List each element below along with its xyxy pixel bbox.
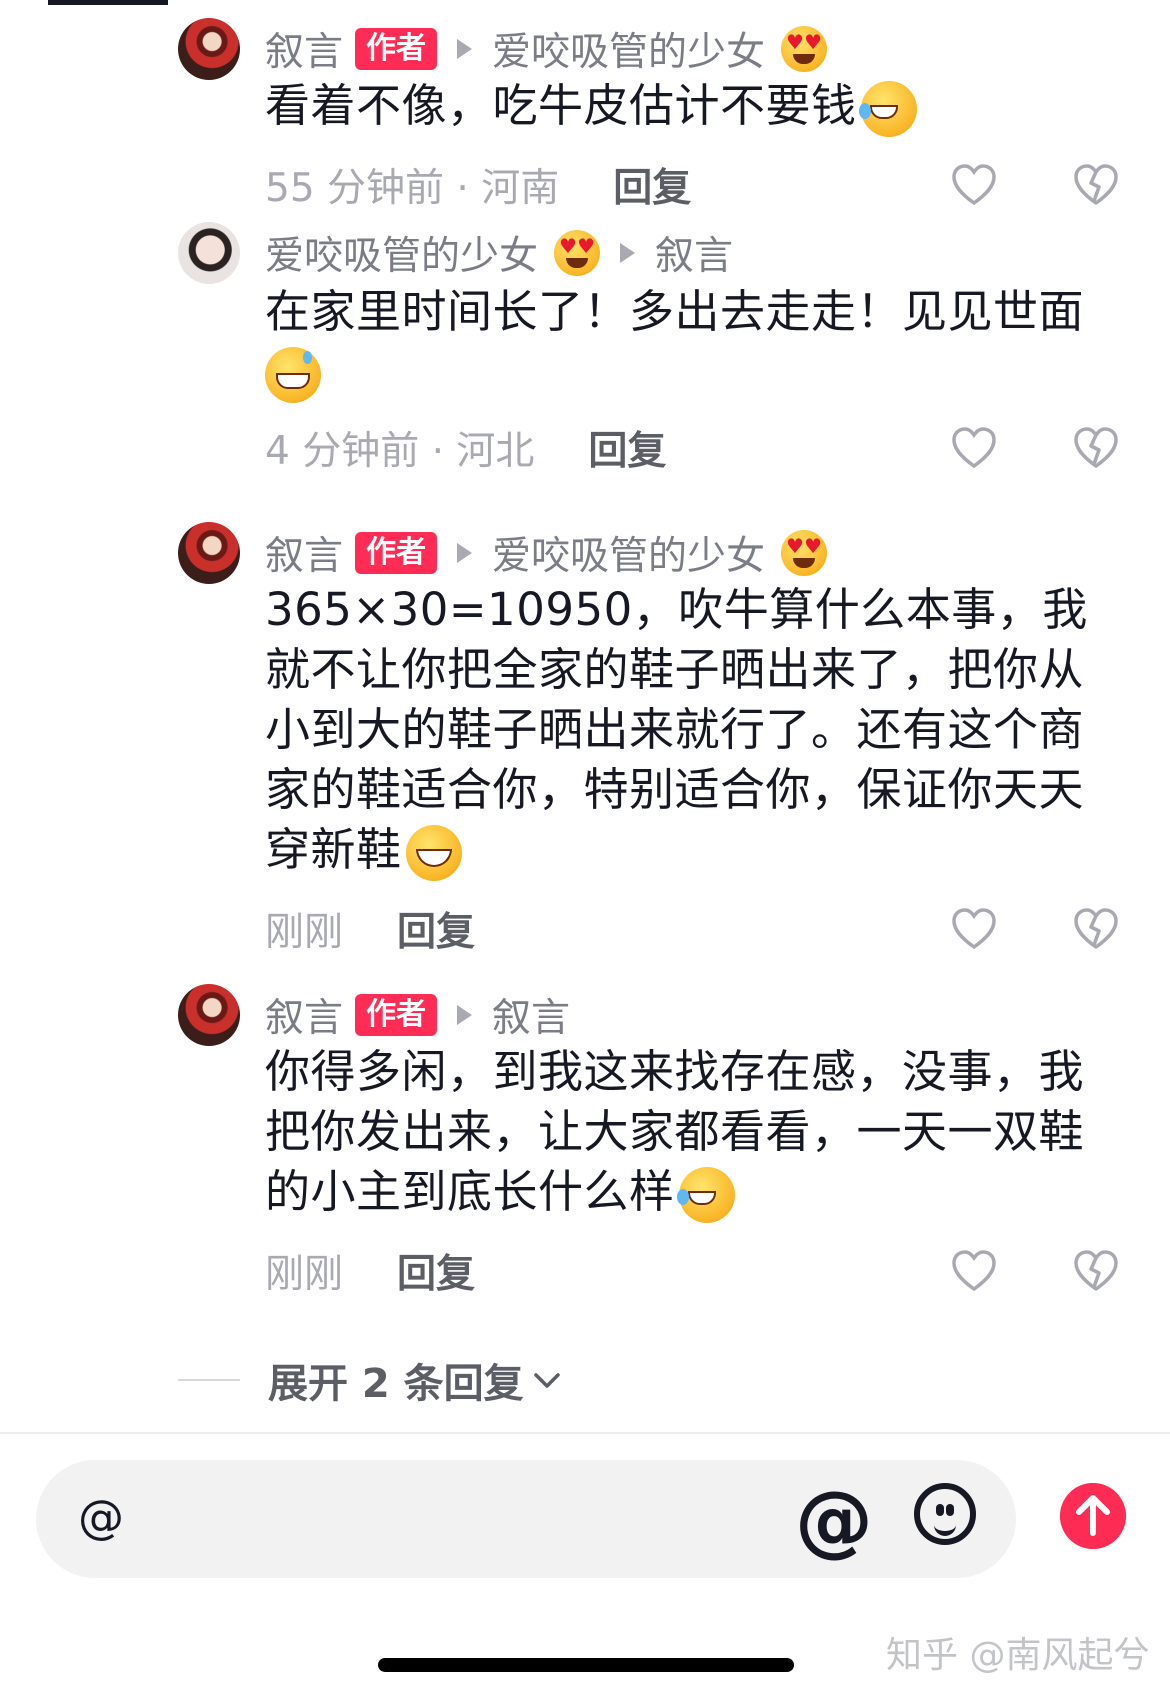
comment-header: 叙言 作者 爱咬吸管的少女 xyxy=(265,522,828,584)
grinning-sweat-emoji xyxy=(265,347,321,403)
comment-text: 365×30=10950，吹牛算什么本事，我就不让你把全家的鞋子晒出来了，把你从… xyxy=(265,580,1095,881)
reply-to-name[interactable]: 爱咬吸管的少女 xyxy=(492,525,765,581)
comment-meta: 刚刚 回复 xyxy=(265,899,475,959)
heart-outline-icon[interactable] xyxy=(950,161,998,209)
author-name[interactable]: 叙言 xyxy=(265,987,343,1043)
heart-eyes-emoji xyxy=(554,230,601,276)
comment-meta: 4 分钟前 · 河北 回复 xyxy=(265,418,666,478)
heart-outline-icon[interactable] xyxy=(950,1247,998,1295)
reply-to-name[interactable]: 叙言 xyxy=(655,225,733,281)
author-name[interactable]: 爱咬吸管的少女 xyxy=(265,225,538,281)
broken-heart-icon[interactable] xyxy=(1072,1247,1120,1295)
author-badge: 作者 xyxy=(355,994,438,1036)
reply-button[interactable]: 回复 xyxy=(397,1243,475,1299)
reply-arrow-icon xyxy=(457,543,473,563)
broken-heart-icon[interactable] xyxy=(1072,424,1120,472)
broken-heart-icon[interactable] xyxy=(1072,161,1120,209)
comment-header: 爱咬吸管的少女 叙言 xyxy=(265,222,733,284)
reply-arrow-icon xyxy=(457,39,473,59)
time-location: 刚刚 xyxy=(265,1252,344,1297)
reply-arrow-icon xyxy=(620,243,636,263)
avatar[interactable] xyxy=(178,522,240,584)
comment-header: 叙言 作者 叙言 xyxy=(265,984,570,1046)
at-icon[interactable]: @ xyxy=(795,1482,873,1560)
rolling-laughing-emoji xyxy=(676,1167,735,1223)
comment-meta: 刚刚 回复 xyxy=(265,1241,475,1301)
comment-text: 看着不像，吃牛皮估计不要钱 xyxy=(265,76,1095,137)
time-location: 刚刚 xyxy=(265,910,344,955)
time-location: 55 分钟前 · 河南 xyxy=(265,166,560,211)
watermark: 知乎 @南风起兮 xyxy=(886,1635,1150,1676)
time-location: 4 分钟前 · 河北 xyxy=(265,429,535,474)
expand-divider-line xyxy=(178,1379,240,1381)
top-indicator xyxy=(48,0,168,5)
reply-to-name[interactable]: 叙言 xyxy=(492,987,570,1043)
heart-eyes-emoji xyxy=(781,530,828,576)
comment-meta: 55 分钟前 · 河南 回复 xyxy=(265,155,691,215)
author-name[interactable]: 叙言 xyxy=(265,525,343,581)
heart-outline-icon[interactable] xyxy=(950,905,998,953)
chevron-down-icon xyxy=(533,1373,560,1388)
heart-eyes-emoji xyxy=(781,26,828,72)
input-divider xyxy=(0,1432,1170,1434)
broken-heart-icon[interactable] xyxy=(1072,905,1120,953)
comment-text: 在家里时间长了！多出去走走！见见世面 xyxy=(265,282,1095,403)
expand-replies-button[interactable]: 展开 2 条回复 xyxy=(178,1350,564,1410)
smile-icon[interactable] xyxy=(914,1483,976,1545)
send-arrow-icon[interactable] xyxy=(1060,1483,1126,1549)
author-badge: 作者 xyxy=(355,28,438,70)
grinning-emoji xyxy=(405,825,462,881)
home-indicator xyxy=(378,1658,794,1672)
mention-prefix: @ xyxy=(78,1490,124,1544)
reply-button[interactable]: 回复 xyxy=(588,420,666,476)
author-badge: 作者 xyxy=(355,532,438,574)
reply-button[interactable]: 回复 xyxy=(397,901,475,957)
comment-header: 叙言 作者 爱咬吸管的少女 xyxy=(265,18,828,80)
heart-outline-icon[interactable] xyxy=(950,424,998,472)
avatar[interactable] xyxy=(178,984,240,1046)
reply-arrow-icon xyxy=(457,1005,473,1025)
reply-to-name[interactable]: 爱咬吸管的少女 xyxy=(492,21,765,77)
avatar[interactable] xyxy=(178,18,240,80)
comment-text: 你得多闲，到我这来找存在感，没事，我把你发出来，让大家都看看，一天一双鞋的小主到… xyxy=(265,1042,1095,1223)
avatar[interactable] xyxy=(178,222,240,284)
reply-button[interactable]: 回复 xyxy=(613,157,691,213)
rolling-laughing-emoji xyxy=(858,81,917,137)
author-name[interactable]: 叙言 xyxy=(265,21,343,77)
expand-replies-label: 展开 2 条回复 xyxy=(268,1361,524,1407)
